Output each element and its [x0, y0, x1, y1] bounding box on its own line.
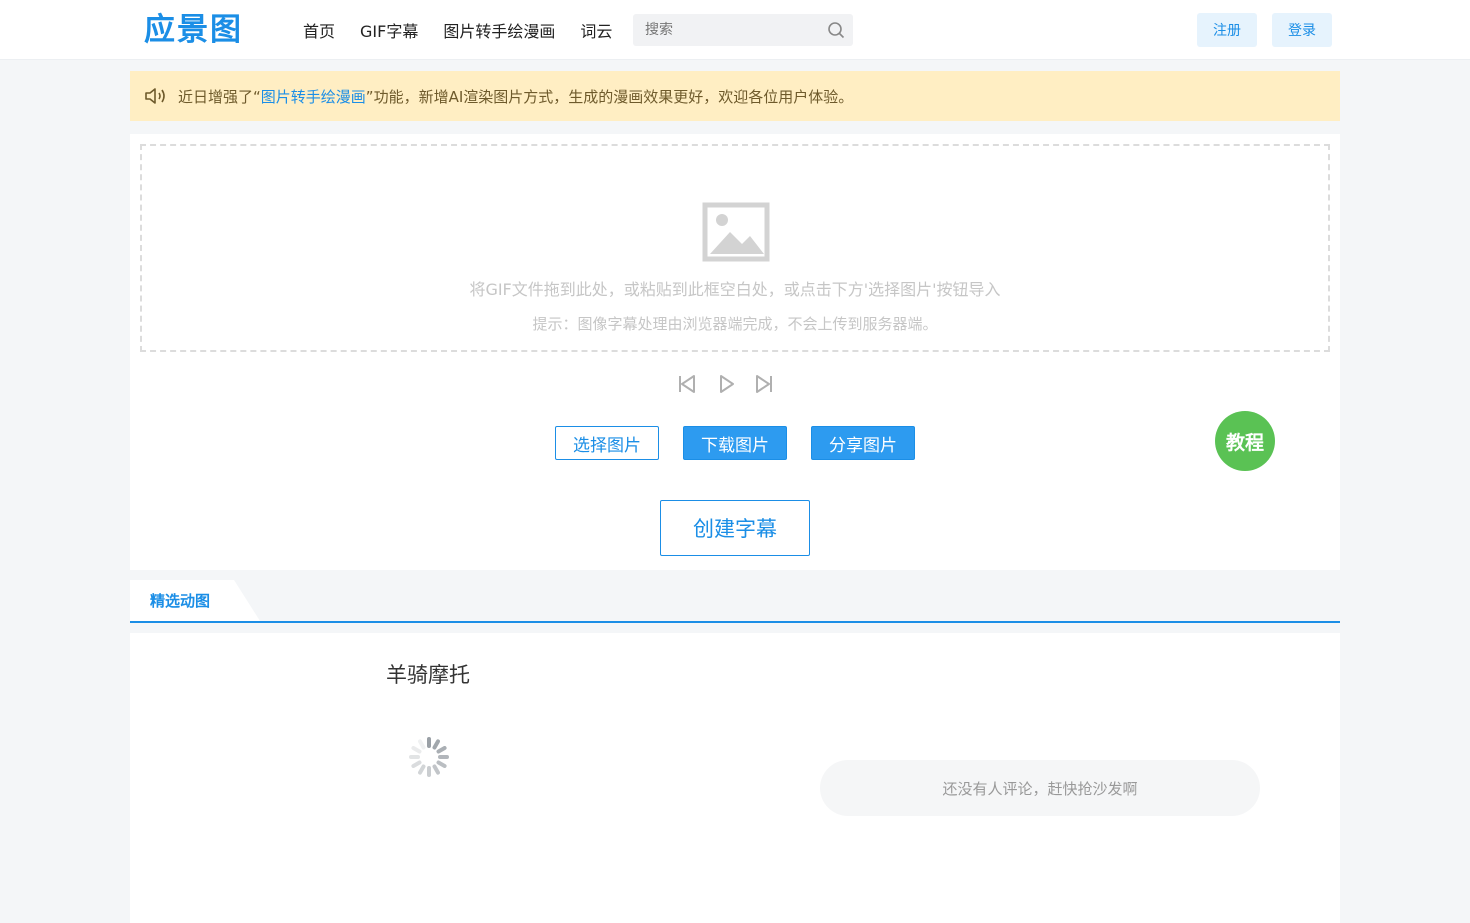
play-icon[interactable] — [716, 372, 738, 396]
skip-back-icon[interactable] — [676, 372, 698, 396]
gif-player-controls — [676, 372, 776, 396]
top-header: 应景图 首页 GIF字幕 图片转手绘漫画 词云 注册 登录 — [0, 0, 1470, 60]
gif-dropzone[interactable]: 将GIF文件拖到此处，或粘贴到此框空白处，或点击下方'选择图片'按钮导入 提示：… — [140, 144, 1330, 352]
tutorial-button[interactable]: 教程 — [1215, 411, 1275, 471]
tab-featured-gifs[interactable]: 精选动图 — [130, 580, 260, 621]
announcement-suffix: ”功能，新增AI渲染图片方式，生成的漫画效果更好，欢迎各位用户体验。 — [365, 87, 854, 106]
nav-word-cloud[interactable]: 词云 — [580, 18, 612, 42]
search-box — [633, 14, 853, 46]
share-image-button[interactable]: 分享图片 — [811, 426, 915, 460]
site-logo[interactable]: 应景图 — [144, 12, 243, 48]
login-button[interactable]: 登录 — [1272, 13, 1332, 47]
announcement-prefix: 近日增强了“ — [178, 87, 261, 106]
nav-home[interactable]: 首页 — [303, 18, 335, 42]
announcement-bar: 近日增强了“ 图片转手绘漫画 ”功能，新增AI渲染图片方式，生成的漫画效果更好，欢迎… — [130, 71, 1340, 121]
featured-tab-bar: 精选动图 — [130, 580, 1340, 623]
nav-photo-to-comic[interactable]: 图片转手绘漫画 — [443, 18, 555, 42]
search-input[interactable] — [633, 14, 823, 46]
select-image-button[interactable]: 选择图片 — [555, 426, 659, 460]
register-button[interactable]: 注册 — [1197, 13, 1257, 47]
spinner-icon — [409, 737, 449, 777]
main-nav: 首页 GIF字幕 图片转手绘漫画 词云 — [303, 0, 637, 60]
create-subtitle-button[interactable]: 创建字幕 — [660, 500, 810, 556]
search-icon[interactable] — [827, 21, 845, 39]
gif-title: 羊骑摩托 — [386, 663, 470, 687]
speaker-icon — [145, 88, 165, 104]
dropzone-hint: 提示：图像字幕处理由浏览器端完成，不会上传到服务器端。 — [532, 315, 938, 333]
featured-gif-section: 羊骑摩托 还没有人评论，赶快抢沙发啊 — [130, 633, 1340, 923]
gif-editor-panel: 将GIF文件拖到此处，或粘贴到此框空白处，或点击下方'选择图片'按钮导入 提示：… — [130, 134, 1340, 570]
image-placeholder-icon — [702, 202, 770, 262]
dropzone-instruction: 将GIF文件拖到此处，或粘贴到此框空白处，或点击下方'选择图片'按钮导入 — [469, 280, 1001, 299]
skip-forward-icon[interactable] — [753, 372, 775, 396]
download-image-button[interactable]: 下载图片 — [683, 426, 787, 460]
comment-box[interactable]: 还没有人评论，赶快抢沙发啊 — [820, 760, 1260, 816]
announcement-link[interactable]: 图片转手绘漫画 — [261, 86, 366, 107]
nav-gif-subtitle[interactable]: GIF字幕 — [360, 18, 418, 42]
